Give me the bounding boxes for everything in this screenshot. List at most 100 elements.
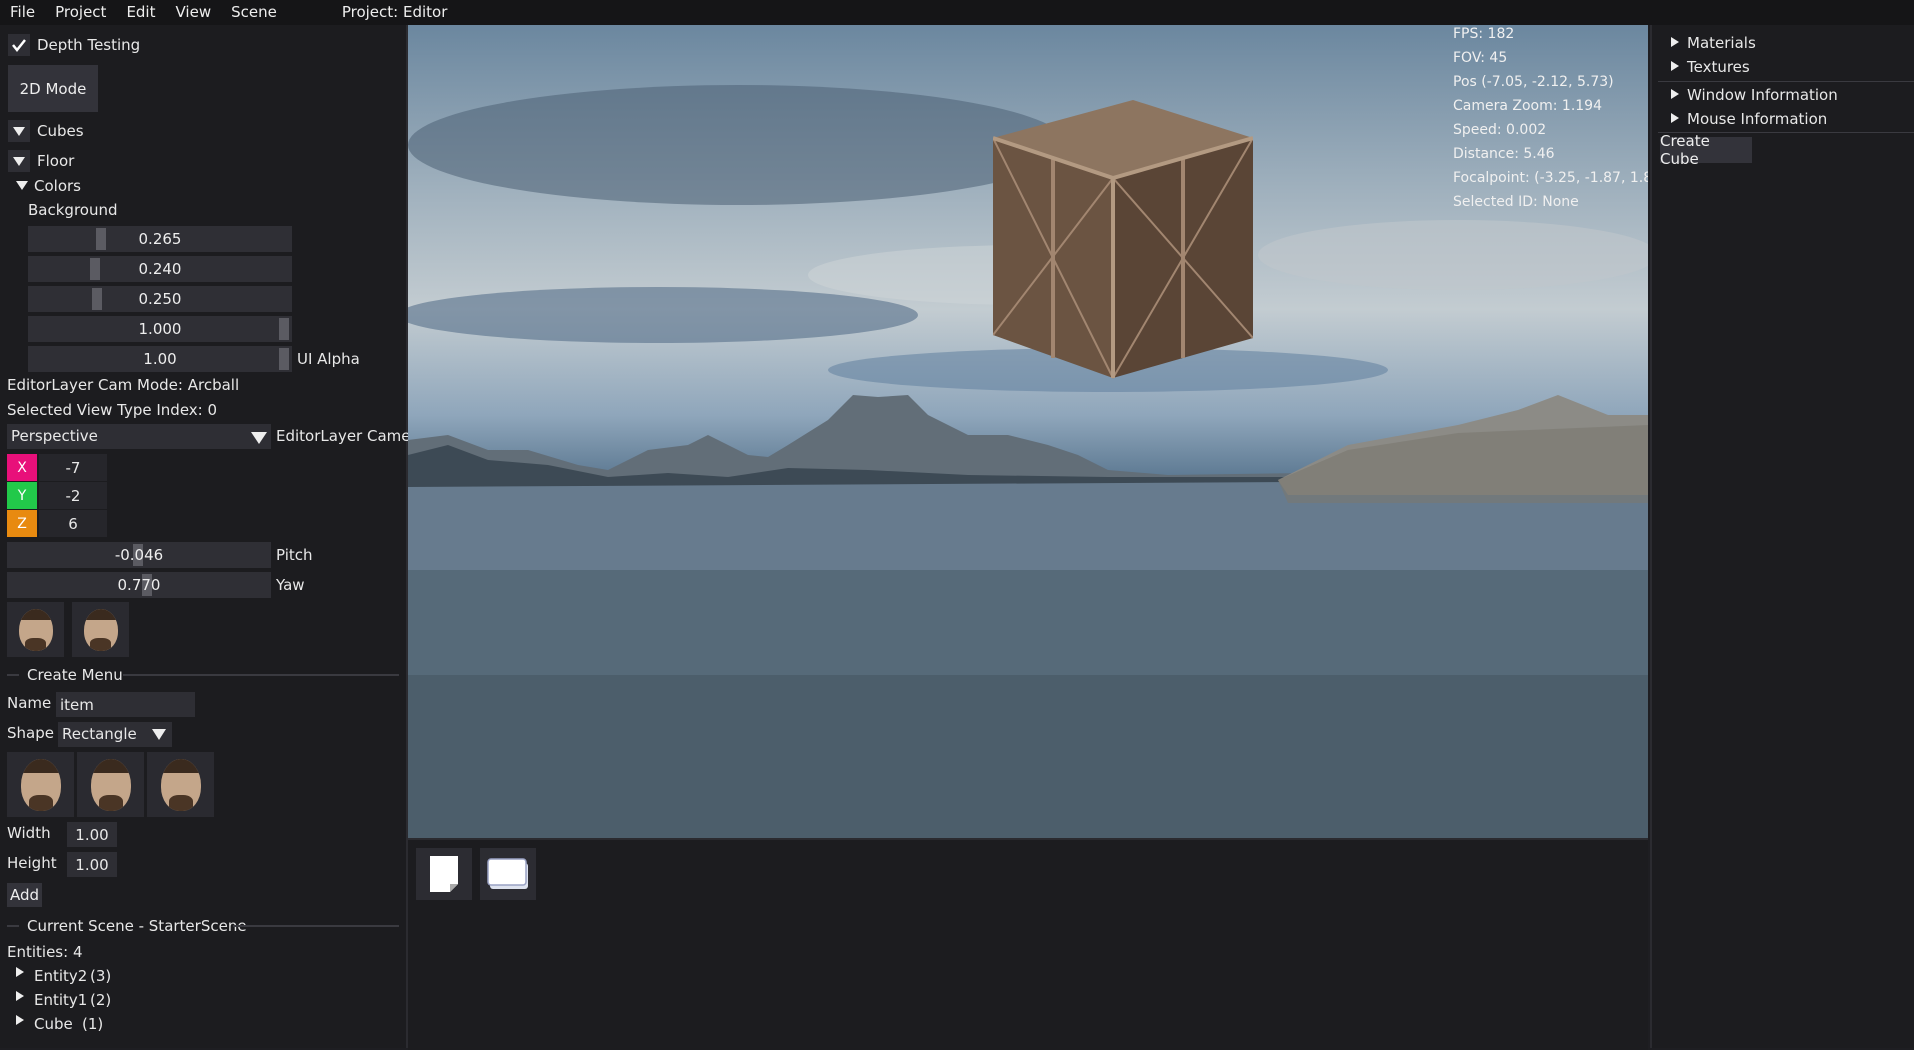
separator (1658, 81, 1914, 82)
create-cube-button[interactable]: Create Cube (1660, 132, 1752, 168)
depth-testing-checkbox[interactable] (8, 34, 30, 56)
face-image (18, 608, 53, 651)
chevron-down-icon (13, 156, 25, 166)
folder-icon-button[interactable] (480, 848, 536, 900)
menu-project[interactable]: Project (45, 0, 116, 25)
y-value-field[interactable]: -2 (39, 482, 107, 509)
height-label: Height (7, 854, 57, 872)
right-panel: Materials Textures Window Information Mo… (1650, 25, 1914, 1048)
entity-name[interactable]: Entity2 (34, 967, 87, 985)
slider-value: 1.00 (143, 350, 177, 368)
slider-value: 0.250 (138, 290, 182, 308)
projection-select[interactable]: Perspective (7, 424, 271, 449)
slider-value: 0.265 (138, 230, 182, 248)
separator (233, 925, 399, 927)
background-label: Background (28, 201, 118, 219)
scene-viewport[interactable]: FPS: 182 FOV: 45 Pos (-7.05, -2.12, 5.73… (408, 25, 1648, 838)
slider-value: 0.770 (117, 576, 161, 594)
entity-expand-icon[interactable] (16, 967, 24, 977)
shape-image-button[interactable] (7, 752, 74, 817)
background-r-slider[interactable]: 0.265 (28, 226, 292, 252)
tree-item-window-information[interactable]: Window Information (1687, 86, 1838, 104)
camera-zoom-stat: Camera Zoom: 1.194 (1453, 98, 1602, 114)
left-panel: Depth Testing 2D Mode Cubes Floor Colors… (0, 25, 417, 1048)
tree-item-materials[interactable]: Materials (1687, 34, 1756, 52)
menu-edit[interactable]: Edit (116, 0, 165, 25)
separator (123, 674, 399, 676)
mouse-info-expand-icon[interactable] (1671, 113, 1679, 123)
slider-handle[interactable] (92, 288, 102, 310)
slider-handle[interactable] (279, 348, 289, 370)
entity-id: (1) (82, 1015, 104, 1033)
materials-expand-icon[interactable] (1671, 37, 1679, 47)
cubes-label[interactable]: Cubes (37, 122, 84, 140)
floor-label[interactable]: Floor (37, 152, 74, 170)
content-browser (408, 838, 1648, 1050)
shape-select[interactable]: Rectangle (58, 722, 172, 747)
project-title: Project: Editor (341, 3, 448, 21)
slider-handle[interactable] (90, 258, 100, 280)
ui-alpha-slider[interactable]: 1.00 (28, 346, 292, 372)
create-menu-header: Create Menu (27, 666, 123, 684)
entity-name[interactable]: Entity1 (34, 991, 87, 1009)
shape-image-button[interactable] (147, 752, 214, 817)
fps-stat: FPS: 182 (1453, 26, 1515, 42)
projection-select-value: Perspective (11, 427, 98, 445)
slider-value: -0.046 (114, 546, 164, 564)
entity-expand-icon[interactable] (16, 991, 24, 1001)
folder-icon (487, 858, 528, 889)
width-label: Width (7, 824, 51, 842)
face-image (83, 608, 118, 651)
entity-expand-icon[interactable] (16, 1015, 24, 1025)
slider-value: 0.240 (138, 260, 182, 278)
slider-handle[interactable] (279, 318, 289, 340)
name-label: Name (7, 694, 52, 712)
x-value-field[interactable]: -7 (39, 454, 107, 481)
name-input[interactable]: item (56, 692, 195, 717)
slider-handle[interactable] (96, 228, 106, 250)
pitch-slider[interactable]: -0.046 (7, 542, 271, 568)
window-info-expand-icon[interactable] (1671, 89, 1679, 99)
yaw-slider[interactable]: 0.770 (7, 572, 271, 598)
fov-stat: FOV: 45 (1453, 50, 1508, 66)
background-b-slider[interactable]: 0.250 (28, 286, 292, 312)
slider-value: 1.000 (138, 320, 182, 338)
add-button[interactable]: Add (7, 883, 42, 907)
separator (7, 674, 19, 676)
face-image (160, 758, 201, 811)
selected-id-stat: Selected ID: None (1453, 194, 1579, 210)
face-image (90, 758, 131, 811)
crate-model[interactable] (993, 80, 1253, 380)
avatar-image-button[interactable] (7, 602, 64, 657)
tree-item-textures[interactable]: Textures (1687, 58, 1750, 76)
scene-header: Current Scene - StarterScene (27, 917, 247, 935)
colors-label[interactable]: Colors (34, 177, 81, 195)
height-input[interactable]: 1.00 (67, 852, 117, 877)
shape-image-button[interactable] (77, 752, 144, 817)
cubes-collapse-toggle[interactable] (8, 120, 30, 142)
entity-name[interactable]: Cube (34, 1015, 73, 1033)
menu-scene[interactable]: Scene (221, 0, 287, 25)
menu-file[interactable]: File (0, 0, 45, 25)
width-input[interactable]: 1.00 (67, 822, 117, 847)
speed-stat: Speed: 0.002 (1453, 122, 1547, 138)
background-a-slider[interactable]: 1.000 (28, 316, 292, 342)
menu-view[interactable]: View (166, 0, 222, 25)
y-axis-label: Y (7, 482, 37, 509)
z-value-field[interactable]: 6 (39, 510, 107, 537)
entities-count: Entities: 4 (7, 943, 83, 961)
file-icon (430, 856, 458, 892)
textures-expand-icon[interactable] (1671, 61, 1679, 71)
colors-collapse-icon[interactable] (16, 181, 28, 190)
ui-alpha-label: UI Alpha (297, 350, 360, 368)
projection-label: EditorLayer Camer (276, 427, 417, 445)
x-axis-label: X (7, 454, 37, 481)
z-axis-label: Z (7, 510, 37, 537)
entity-id: (3) (90, 967, 112, 985)
avatar-image-button[interactable] (72, 602, 129, 657)
tree-item-mouse-information[interactable]: Mouse Information (1687, 110, 1827, 128)
2d-mode-button[interactable]: 2D Mode (8, 65, 98, 112)
floor-collapse-toggle[interactable] (8, 150, 30, 172)
background-g-slider[interactable]: 0.240 (28, 256, 292, 282)
file-icon-button[interactable] (416, 848, 472, 900)
